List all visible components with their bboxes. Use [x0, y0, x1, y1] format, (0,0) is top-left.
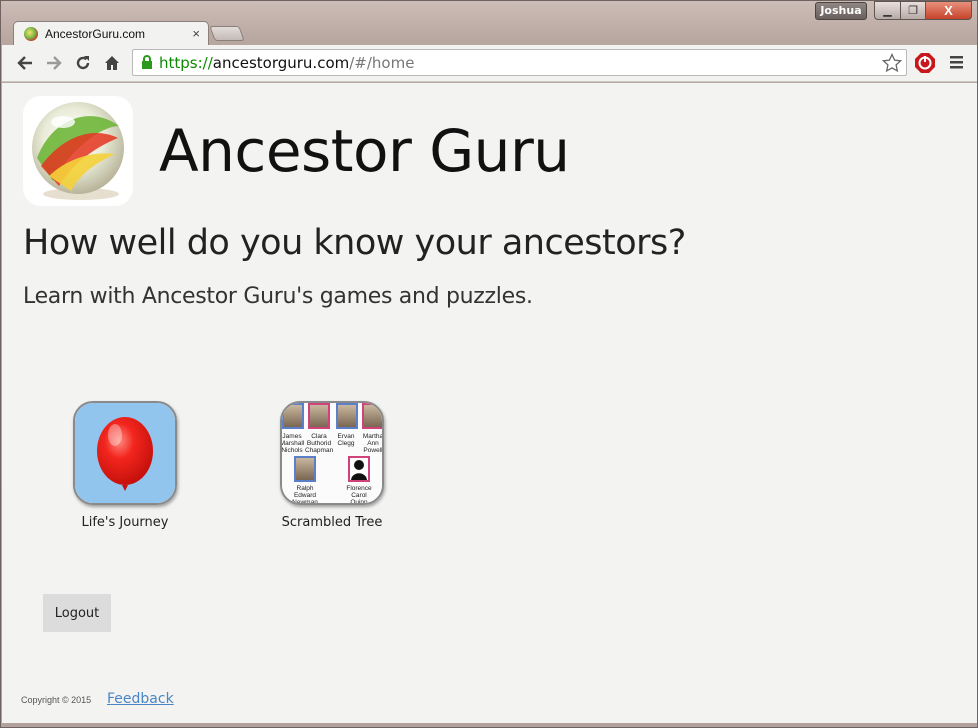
- stop-extension-icon[interactable]: [914, 52, 936, 74]
- forward-arrow-icon: [47, 56, 62, 70]
- portrait-image: [308, 403, 330, 429]
- back-button[interactable]: [14, 53, 36, 73]
- back-arrow-icon: [17, 56, 32, 70]
- person-name: Florence Carol Quinn: [346, 485, 372, 505]
- copyright-text: Copyright © 2015: [21, 695, 92, 705]
- marble-favicon-icon: [24, 26, 38, 41]
- reload-icon: [76, 56, 90, 70]
- marble-logo-icon: [32, 102, 124, 200]
- balloon-icon: [97, 417, 153, 491]
- home-button[interactable]: [101, 53, 123, 73]
- logout-button[interactable]: Logout: [43, 594, 111, 632]
- game-label[interactable]: Life's Journey: [55, 515, 195, 530]
- close-window-button[interactable]: X: [926, 1, 972, 20]
- minimize-icon: ▁: [883, 5, 892, 17]
- reload-button[interactable]: [72, 53, 94, 73]
- tab-close-icon[interactable]: ×: [192, 26, 200, 41]
- person-name: Clara Buthorid Chapman: [305, 433, 334, 454]
- address-bar[interactable]: https://ancestorguru.com/#/home: [132, 49, 907, 76]
- person-name: Ervan Clegg: [337, 433, 355, 447]
- page-content: Ancestor Guru How well do you know your …: [2, 83, 977, 723]
- url-text: https://ancestorguru.com/#/home: [159, 53, 415, 72]
- minimize-button[interactable]: ▁: [874, 1, 901, 20]
- game-lifes-journey[interactable]: Life's Journey: [55, 401, 195, 530]
- silhouette-icon: [351, 460, 367, 480]
- maximize-button[interactable]: ❐: [901, 1, 926, 20]
- browser-tab-active[interactable]: AncestorGuru.com ×: [13, 21, 209, 45]
- person-name: Ralph Edward Newman: [292, 485, 318, 505]
- game-scrambled-tree[interactable]: James Marshall Nichols Clara Buthorid Ch…: [262, 401, 402, 530]
- portrait-image: [282, 403, 304, 429]
- portrait-image: [362, 403, 382, 429]
- scrambled-tree-tile[interactable]: James Marshall Nichols Clara Buthorid Ch…: [280, 401, 384, 505]
- game-label[interactable]: Scrambled Tree: [262, 515, 402, 530]
- lock-icon: [142, 55, 152, 69]
- tab-title: AncestorGuru.com: [45, 26, 146, 41]
- lifes-journey-tile[interactable]: [73, 401, 177, 505]
- portrait-image: [294, 456, 316, 482]
- maximize-icon: ❐: [908, 5, 918, 17]
- page-headline: How well do you know your ancestors?: [23, 223, 686, 263]
- site-title: Ancestor Guru: [159, 117, 570, 185]
- bookmark-star-icon[interactable]: [882, 53, 902, 73]
- browser-toolbar: https://ancestorguru.com/#/home: [2, 45, 977, 82]
- hamburger-menu-icon[interactable]: [948, 54, 966, 70]
- feedback-link[interactable]: Feedback: [107, 691, 174, 707]
- marble-logo: [23, 96, 133, 206]
- window-controls: ▁ ❐ X: [874, 1, 972, 20]
- portrait-image: [336, 403, 358, 429]
- person-name: Martha Ann Powell: [362, 433, 384, 454]
- family-tree-icon: James Marshall Nichols Clara Buthorid Ch…: [282, 403, 382, 503]
- page-subheadline: Learn with Ancestor Guru's games and puz…: [23, 284, 533, 309]
- person-name: James Marshall Nichols: [280, 433, 305, 454]
- home-icon: [105, 56, 119, 70]
- browser-window: Joshua ▁ ❐ X AncestorGuru.com × https://…: [0, 0, 978, 728]
- profile-badge[interactable]: Joshua: [815, 2, 867, 20]
- portrait-image: [348, 456, 370, 482]
- close-icon: X: [944, 3, 953, 18]
- forward-button[interactable]: [43, 53, 65, 73]
- new-tab-button[interactable]: [209, 26, 245, 41]
